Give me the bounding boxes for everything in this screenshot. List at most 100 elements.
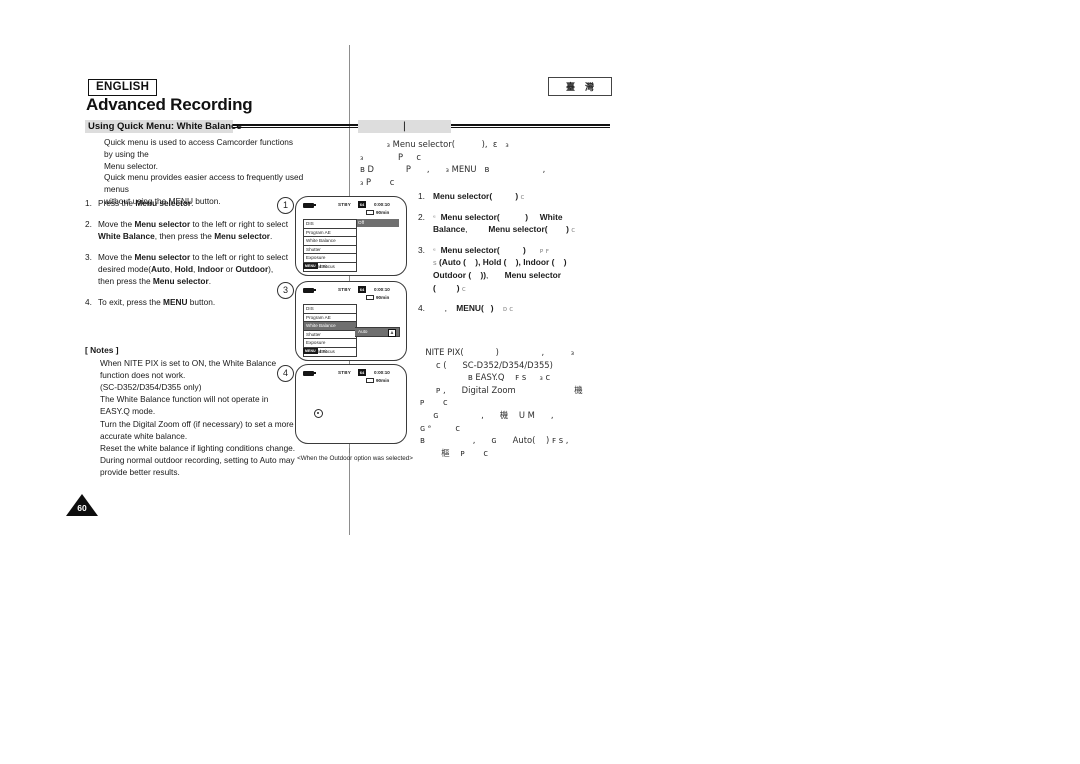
note-line: accurate white balance. xyxy=(100,430,188,441)
quick-menu-item[interactable]: White Balance xyxy=(304,237,356,246)
step-text: To exit, press the MENU button. xyxy=(98,297,216,308)
quick-menu-item[interactable]: Program AE xyxy=(304,229,356,238)
right-note-line: NITE PIX( ) , ₃ xyxy=(420,347,575,357)
quick-menu-item[interactable]: Program AE xyxy=(304,314,356,323)
tape-icon xyxy=(366,378,374,383)
section-title-right: | xyxy=(402,121,407,132)
exit-row-3[interactable]: MENU Exit xyxy=(303,348,327,354)
right-step-item: 3. ᵉ Menu selector( ) ᴘ ꜰs (Auto ( ), Hol… xyxy=(418,244,613,294)
locale-badge: 臺 灣 xyxy=(548,77,612,96)
right-note-line: 樞 ᴘ c xyxy=(420,447,488,458)
step-marker-1: 1 xyxy=(277,197,294,214)
right-intro-line: ₃ P c xyxy=(360,176,395,187)
step-number: 3. xyxy=(85,252,92,263)
step-item: 4. To exit, press the MENU button. xyxy=(85,297,297,309)
right-intro-paragraph: ₃ Menu selector( ), ɛ ₃₃ P cʙ D P , ₃ ME… xyxy=(360,138,610,188)
lcd-screen-1: STBY 64 0:00:10 90min DIS Off DISProgram… xyxy=(295,196,407,276)
locale-char-1: 臺 xyxy=(565,83,575,93)
right-intro-line: ʙ D P , ₃ MENU ʙ , xyxy=(360,164,546,175)
quick-menu-item[interactable]: Exposure xyxy=(304,339,356,348)
right-step-number: 2. xyxy=(418,211,425,222)
right-note-line: ʙ , ɢ Auto( ) ꜰ ѕ , xyxy=(420,435,569,446)
exit-label: Exit xyxy=(319,348,328,354)
right-step-number: 4. xyxy=(418,303,425,314)
note-line: provide better results. xyxy=(100,466,180,477)
right-note-line: ᴘ , Digital Zoom 機 xyxy=(420,384,583,395)
section-title-left: Using Quick Menu: White Balance xyxy=(88,121,242,132)
right-step-text: Menu selector( ) c xyxy=(433,191,525,201)
timecode-label: 0:00:10 xyxy=(374,287,390,292)
step-number: 1. xyxy=(85,198,92,208)
note-line: Turn the Digital Zoom off (if necessary)… xyxy=(100,418,294,429)
note-line: EASY.Q mode. xyxy=(100,406,156,417)
right-step-item: 2. ᵉ Menu selector( ) White Balance, Menu … xyxy=(418,211,613,236)
right-note-line: ᴘ c xyxy=(420,397,448,408)
quick-menu-highlight-value: Off xyxy=(358,220,365,225)
step-item: 1. Press the Menu selector. xyxy=(85,198,297,210)
right-step-item: 4. , MENU( ) ᴅ c xyxy=(418,302,613,315)
timecode-label: 0:00:10 xyxy=(374,370,390,375)
page-number-value: 60 xyxy=(77,503,87,513)
step-number: 2. xyxy=(85,219,92,230)
quick-menu-item[interactable]: Shutter xyxy=(304,246,356,255)
note-line: function does not work. xyxy=(100,370,186,381)
battery-icon xyxy=(303,370,316,376)
battery-icon xyxy=(303,287,316,293)
timecode-label: 0:00:10 xyxy=(374,202,390,207)
note-line: During normal outdoor recording, setting… xyxy=(100,454,295,465)
intro-line: Quick menu provides easier access to fre… xyxy=(104,172,304,195)
outdoor-icon xyxy=(314,409,323,418)
white-balance-value: Auto xyxy=(358,329,368,335)
stby-label: STBY xyxy=(338,287,352,292)
tape-remaining-label: 90min xyxy=(376,378,390,383)
right-note-line: c ( SC-D352/D354/D355) xyxy=(420,359,553,370)
note-line: When NITE PIX is set to ON, the White Ba… xyxy=(100,358,277,368)
right-steps-list: 1. Menu selector( ) c 2. ᵉ Menu selector( )… xyxy=(418,190,613,323)
tape-icon xyxy=(366,210,374,215)
mode-badge: 64 xyxy=(358,201,366,209)
stby-label: STBY xyxy=(338,370,352,375)
right-step-number: 1. xyxy=(418,191,425,201)
quick-menu-item[interactable]: DIS xyxy=(304,220,356,229)
right-step-text: ᵉ Menu selector( ) ᴘ ꜰs (Auto ( ), Hold … xyxy=(433,244,567,293)
note-line: (SC-D352/D354/D355 only) xyxy=(100,382,202,393)
exit-row-1[interactable]: MENU Exit xyxy=(303,263,327,269)
mode-badge: 64 xyxy=(358,369,366,377)
right-note-line: ʙ EASY.Q ꜰ ѕ ₃ c xyxy=(420,372,551,383)
language-badge: ENGLISH xyxy=(88,79,158,96)
tape-remaining-label: 90min xyxy=(376,210,390,215)
note-line: The White Balance function will not oper… xyxy=(100,394,269,405)
locale-char-2: 灣 xyxy=(585,83,595,93)
manual-page: ENGLISH 臺 灣 Advanced Recording Using Qui… xyxy=(0,0,1080,764)
notes-body: When NITE PIX is set to ON, the White Ba… xyxy=(100,357,305,478)
right-intro-line: ₃ P c xyxy=(360,151,421,162)
menu-button-glyph: MENU xyxy=(303,348,318,354)
steps-list: 1. Press the Menu selector. 2. Move the Men… xyxy=(85,198,297,318)
battery-icon xyxy=(303,202,316,208)
quick-menu-item[interactable]: DIS xyxy=(304,305,356,314)
white-balance-value-row[interactable]: Auto A xyxy=(355,327,400,337)
auto-badge-icon: A xyxy=(388,329,396,337)
step-marker-3: 3 xyxy=(277,282,294,299)
page-number: 60 xyxy=(66,494,98,519)
right-step-item: 1. Menu selector( ) c xyxy=(418,190,613,203)
right-note-line: ɢ , 機 U M , xyxy=(420,410,554,421)
quick-menu-item[interactable]: Shutter xyxy=(304,331,356,340)
right-notes-body: NITE PIX( ) , ₃ c ( SC-D352/D354/D355) ʙ… xyxy=(420,346,615,459)
quick-menu-item[interactable]: Exposure xyxy=(304,254,356,263)
step-marker-4: 4 xyxy=(277,365,294,382)
lcd-screen-3: STBY 64 0:00:10 90min DIS Program AE White… xyxy=(295,281,407,361)
right-note-line: ɢ ᵉ c xyxy=(420,422,460,433)
exit-label: Exit xyxy=(319,263,328,269)
step-text: Press the Menu selector. xyxy=(98,198,194,208)
lcd-status-bar: STBY 64 0:00:10 90min xyxy=(296,368,406,386)
tape-remaining-label: 90min xyxy=(376,295,390,300)
quick-menu-item[interactable]: White Balance xyxy=(304,322,356,331)
intro-line: Quick menu is used to access Camcorder f… xyxy=(104,137,294,159)
lcd-status-bar: STBY 64 0:00:10 90min xyxy=(296,285,406,303)
step-item: 3. Move the Menu selector to the left or … xyxy=(85,252,297,287)
step-text: Move the Menu selector to the left or ri… xyxy=(98,219,289,242)
tape-icon xyxy=(366,295,374,300)
right-intro-line: ₃ Menu selector( ), ɛ ₃ xyxy=(360,139,509,149)
step-text: Move the Menu selector to the left or ri… xyxy=(98,252,289,286)
